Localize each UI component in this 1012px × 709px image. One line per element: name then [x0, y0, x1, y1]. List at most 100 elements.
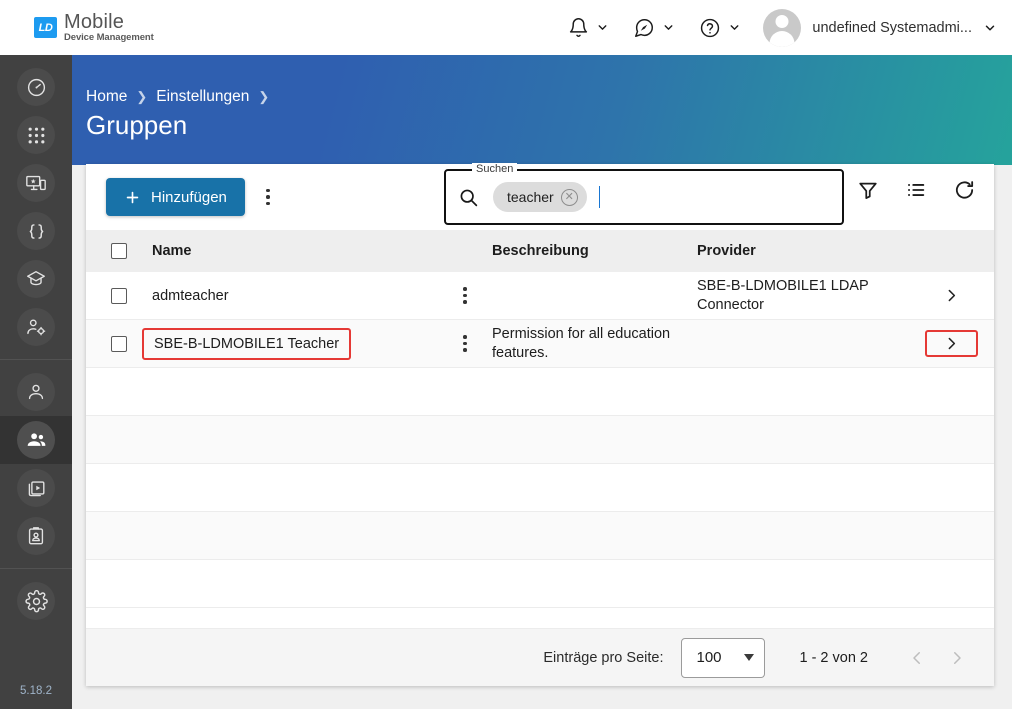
table-row[interactable]: admteacher SBE-B-LDMOBILE1 LDAP Connecto…: [86, 272, 994, 320]
sidebar-item-media[interactable]: [0, 464, 72, 512]
pagination-range-label: 1 - 2 von 2: [799, 649, 868, 666]
row-overflow-menu[interactable]: [450, 325, 480, 363]
search-field[interactable]: Suchen teacher ✕: [444, 163, 844, 225]
table-empty-row: [86, 416, 994, 464]
add-button-label: Hinzufügen: [151, 188, 227, 206]
add-button[interactable]: Hinzufügen: [106, 178, 245, 216]
sidebar-item-apps[interactable]: [0, 111, 72, 159]
monitor-phone-icon: [17, 164, 55, 202]
table-body: admteacher SBE-B-LDMOBILE1 LDAP Connecto…: [86, 272, 994, 628]
notifications-bell-icon: [568, 17, 589, 38]
chevron-right-icon: [943, 335, 960, 352]
top-header-bar: LD Mobile Device Management undefined Sy…: [0, 0, 1012, 55]
text-cursor: [598, 186, 601, 208]
breadcrumb-separator-icon: ❯: [258, 89, 270, 104]
braces-icon: [17, 212, 55, 250]
rail-group-primary: [0, 55, 72, 359]
chevron-down-icon: [983, 21, 996, 34]
page-title: Gruppen: [86, 110, 188, 140]
row-menu-cell: [422, 325, 492, 363]
header-actions: undefined Systemadmi...: [556, 0, 1012, 55]
filter-icon[interactable]: [856, 178, 880, 202]
chip-remove-icon[interactable]: ✕: [560, 188, 578, 206]
content-card: Hinzufügen Suchen teacher ✕ Name Beschre…: [86, 163, 994, 686]
user-account-menu[interactable]: undefined Systemadmi...: [753, 8, 1012, 47]
logo-subtitle: Device Management: [64, 32, 154, 44]
table-footer: Einträge pro Seite: 100 1 - 2 von 2: [86, 628, 994, 686]
sidebar-item-education[interactable]: [0, 255, 72, 303]
support-compass-icon: [633, 17, 655, 39]
pagination-controls: [908, 649, 966, 667]
row-description-cell: Permission for all education features.: [492, 326, 671, 361]
chevron-right-icon[interactable]: [948, 649, 966, 667]
plus-icon: [124, 189, 141, 206]
chevron-down-icon: [744, 654, 755, 661]
sidebar-item-settings[interactable]: [0, 577, 72, 625]
row-name-label-highlighted[interactable]: SBE-B-LDMOBILE1 Teacher: [142, 327, 352, 360]
columns-list-icon[interactable]: [904, 178, 928, 202]
select-all-cell: [86, 243, 152, 259]
table-empty-row: [86, 464, 994, 512]
search-field-legend: Suchen: [472, 163, 518, 175]
gauge-icon: [17, 68, 55, 106]
left-navigation-rail: 5.18.2: [0, 55, 72, 709]
chevron-down-icon: [596, 21, 609, 34]
chevron-left-icon[interactable]: [908, 649, 926, 667]
app-logo[interactable]: LD Mobile Device Management: [34, 12, 154, 43]
user-name-label: undefined Systemadmi...: [812, 19, 972, 36]
breadcrumb: Home ❯ Einstellungen ❯: [86, 88, 269, 106]
row-detail-button-highlighted[interactable]: [924, 330, 978, 357]
user-gear-icon: [17, 308, 55, 346]
row-name-label: admteacher: [152, 287, 229, 304]
search-chip-label: teacher: [507, 189, 554, 205]
row-detail-cell: [908, 330, 994, 357]
table-toolbar: Hinzufügen Suchen teacher ✕: [86, 163, 994, 230]
gear-icon: [17, 582, 55, 620]
sidebar-item-devices[interactable]: [0, 159, 72, 207]
table-empty-row: [86, 368, 994, 416]
select-all-checkbox[interactable]: [111, 243, 127, 259]
page-banner: [72, 55, 1012, 165]
toolbar-icon-group: [856, 178, 976, 202]
sidebar-item-dashboard[interactable]: [0, 63, 72, 111]
row-detail-cell: [908, 283, 994, 309]
search-icon: [458, 187, 479, 208]
help-menu[interactable]: [687, 17, 753, 39]
sidebar-item-user-management[interactable]: [0, 303, 72, 351]
column-header-description[interactable]: Beschreibung: [492, 242, 697, 260]
row-name-cell: SBE-B-LDMOBILE1 Teacher: [142, 327, 422, 360]
help-question-icon: [699, 17, 721, 39]
id-badge-icon: [17, 517, 55, 555]
column-header-name[interactable]: Name: [152, 243, 422, 259]
person-icon: [17, 373, 55, 411]
refresh-icon[interactable]: [952, 178, 976, 202]
row-checkbox[interactable]: [111, 335, 127, 352]
media-library-icon: [17, 469, 55, 507]
application-window: LD Mobile Device Management undefined Sy…: [0, 0, 1012, 709]
breadcrumb-item-einstellungen[interactable]: Einstellungen: [156, 88, 249, 106]
row-name-cell: admteacher: [152, 288, 422, 304]
table-row[interactable]: SBE-B-LDMOBILE1 Teacher Permission for a…: [86, 320, 994, 368]
row-checkbox[interactable]: [111, 287, 127, 304]
column-header-provider[interactable]: Provider: [697, 242, 908, 260]
rail-group-management: [0, 360, 72, 568]
toolbar-overflow-menu[interactable]: [253, 178, 283, 216]
search-chip-teacher[interactable]: teacher ✕: [493, 182, 587, 212]
sidebar-item-profiles[interactable]: [0, 512, 72, 560]
per-page-value: 100: [696, 649, 722, 666]
breadcrumb-item-home[interactable]: Home: [86, 88, 127, 106]
sidebar-item-groups[interactable]: [0, 416, 72, 464]
grid-icon: [17, 116, 55, 154]
sidebar-item-users[interactable]: [0, 368, 72, 416]
support-menu[interactable]: [621, 17, 687, 39]
logo-title: Mobile: [64, 11, 125, 34]
people-icon: [17, 421, 55, 459]
row-menu-cell: [422, 277, 492, 315]
per-page-label: Einträge pro Seite:: [543, 649, 664, 666]
chevron-right-icon[interactable]: [938, 283, 964, 309]
sidebar-item-scripts[interactable]: [0, 207, 72, 255]
per-page-select[interactable]: 100: [681, 637, 766, 678]
row-overflow-menu[interactable]: [450, 277, 480, 315]
notifications-menu[interactable]: [556, 17, 621, 38]
avatar: [763, 8, 802, 47]
